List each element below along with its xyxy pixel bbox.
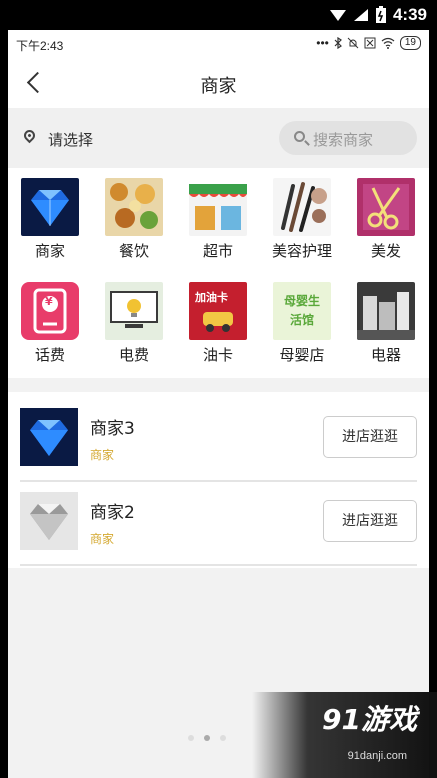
- diamond-image: [21, 178, 79, 236]
- location-bar: 请选择 搜索商家: [8, 108, 429, 168]
- visit-store-button[interactable]: 进店逛逛: [323, 416, 417, 458]
- wifi-icon: [381, 37, 395, 49]
- gas-card-image: 加油卡: [189, 282, 247, 340]
- inner-status-bar: 下午2:43 ••• 19: [8, 30, 429, 58]
- scissors-image: [357, 178, 415, 236]
- category-label: 母婴店: [279, 346, 325, 364]
- mute-icon: [347, 37, 359, 49]
- phone-bill-symbol: ¥: [45, 295, 53, 308]
- category-item-mother-baby[interactable]: 母婴生活馆 母婴店: [260, 272, 344, 372]
- gas-card-text: 加油卡: [195, 291, 228, 304]
- supermarket-image: [189, 178, 247, 236]
- phone-bill-image: ¥: [21, 282, 79, 340]
- inner-battery: 19: [399, 36, 421, 50]
- inner-status-time: 下午2:43: [16, 39, 64, 53]
- merchant-tag: 商家: [90, 448, 115, 462]
- visit-store-button[interactable]: 进店逛逛: [323, 500, 417, 542]
- system-time: 4:39: [392, 5, 427, 24]
- category-item-hair[interactable]: 美发: [344, 168, 428, 268]
- page-dot: [220, 735, 226, 741]
- location-selector[interactable]: 请选择: [48, 129, 93, 150]
- sim-icon: [364, 37, 376, 49]
- mother-baby-text: 母婴生活馆: [283, 294, 320, 327]
- list-item[interactable]: 商家2 商家 进店逛逛: [8, 482, 429, 566]
- category-item-food[interactable]: 餐饮: [92, 168, 176, 268]
- category-grid: 商家 餐饮 超市 美容护理 美发 ¥ 话费 电费 加油卡 油卡 母婴生活馆 母婴…: [8, 168, 429, 378]
- merchant-list: 商家3 商家 进店逛逛 商家2 商家 进店逛逛: [8, 392, 429, 568]
- appliances-image: [357, 282, 415, 340]
- merchant-tag: 商家: [90, 532, 115, 546]
- location-pin-icon: [21, 127, 38, 144]
- mother-baby-image: 母婴生活馆: [273, 282, 331, 340]
- category-label: 商家: [34, 242, 65, 260]
- page-indicator: [188, 735, 226, 741]
- category-item-electricity[interactable]: 电费: [92, 272, 176, 372]
- merchant-name: 商家3: [90, 419, 135, 439]
- category-item-appliances[interactable]: 电器: [344, 272, 428, 372]
- page-header: 商家: [8, 58, 429, 108]
- category-label: 电器: [370, 346, 401, 364]
- category-item-supermarket[interactable]: 超市: [176, 168, 260, 268]
- list-item[interactable]: 商家3 商家 进店逛逛: [8, 398, 429, 482]
- bluetooth-icon: [334, 37, 342, 49]
- watermark: 91游戏 91danji.com: [252, 692, 437, 778]
- merchant-name: 商家2: [90, 503, 135, 523]
- battery-icon: [375, 6, 386, 23]
- merchant-thumbnail: [20, 408, 78, 466]
- signal-icon: [329, 10, 346, 21]
- category-label: 餐饮: [118, 242, 149, 260]
- app-screen: 下午2:43 ••• 19 商家 请选择 搜索商家 商家 餐饮 超市 美容护理 …: [8, 30, 429, 778]
- search-icon: [294, 131, 305, 142]
- category-label: 话费: [34, 346, 65, 364]
- cellular-icon: [353, 9, 368, 21]
- page-dot-active: [204, 735, 210, 741]
- food-image: [105, 178, 163, 236]
- watermark-url: 91danji.com: [347, 750, 407, 762]
- category-item-beauty[interactable]: 美容护理: [260, 168, 344, 268]
- category-item-gas-card[interactable]: 加油卡 油卡: [176, 272, 260, 372]
- divider: [20, 564, 417, 566]
- category-label: 美容护理: [271, 242, 332, 260]
- category-label: 油卡: [202, 346, 233, 364]
- watermark-logo: 91游戏: [322, 703, 417, 736]
- merchant-thumbnail: [20, 492, 78, 550]
- category-label: 电费: [118, 346, 149, 364]
- category-label: 美发: [370, 242, 401, 260]
- page-dot: [188, 735, 194, 741]
- electricity-image: [105, 282, 163, 340]
- category-label: 超市: [202, 242, 233, 260]
- more-dots-icon: •••: [316, 36, 329, 50]
- search-input[interactable]: 搜索商家: [279, 121, 417, 155]
- category-item-merchant[interactable]: 商家: [8, 168, 92, 268]
- category-item-phone-bill[interactable]: ¥ 话费: [8, 272, 92, 372]
- makeup-brushes-image: [273, 178, 331, 236]
- page-title: 商家: [200, 76, 237, 97]
- search-placeholder: 搜索商家: [313, 131, 374, 149]
- system-status-bar: 4:39: [0, 0, 437, 30]
